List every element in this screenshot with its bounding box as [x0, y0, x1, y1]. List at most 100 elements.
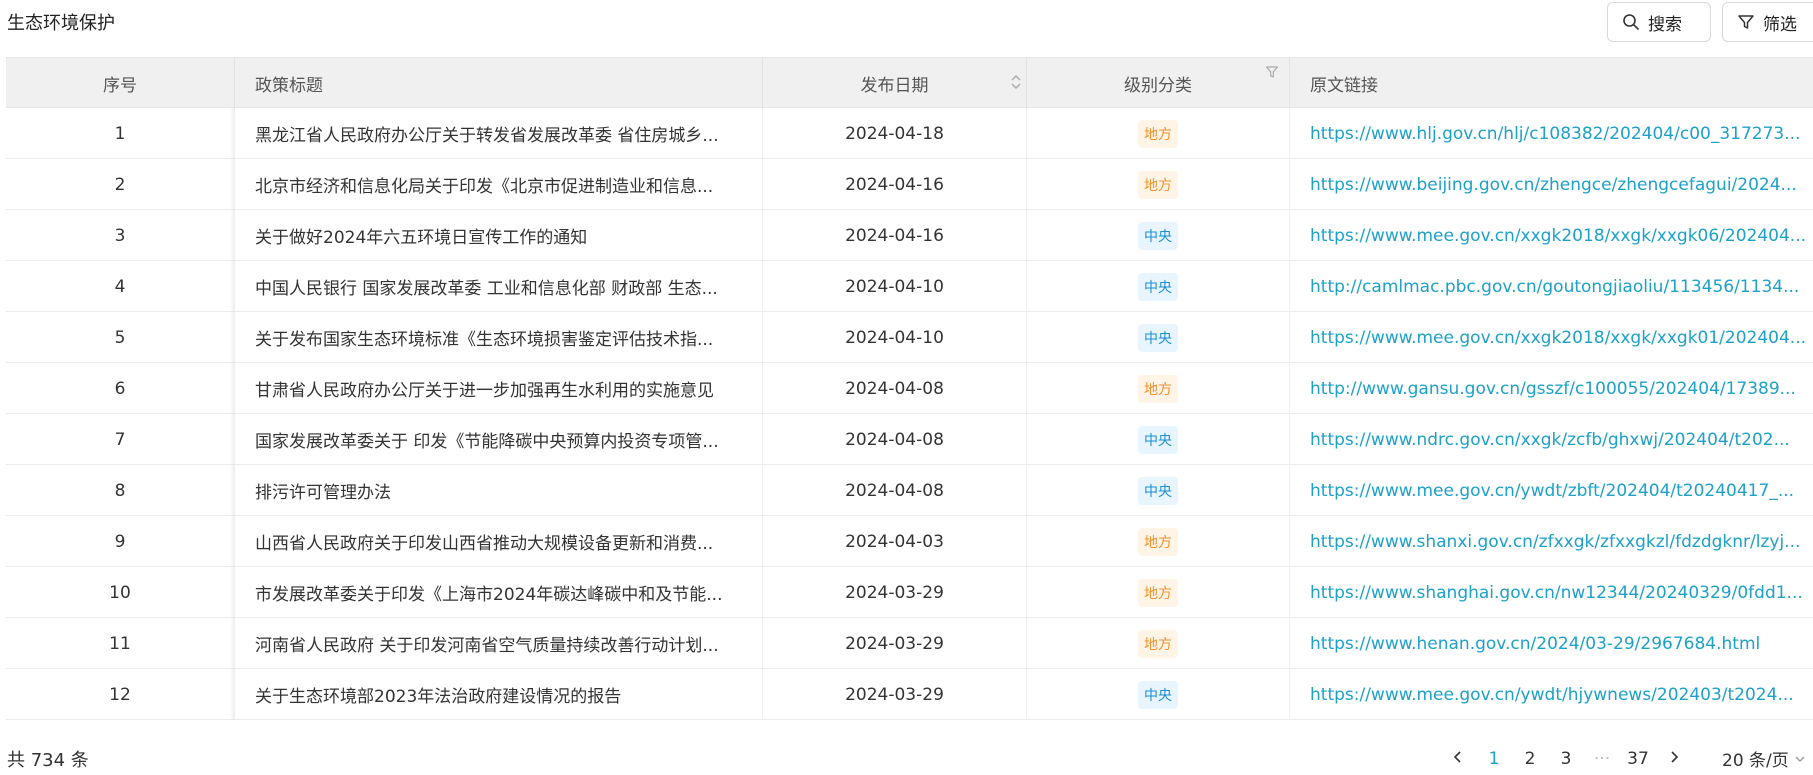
- row-title: 关于生态环境部2023年法治政府建设情况的报告: [234, 669, 762, 720]
- row-link: https://www.henan.gov.cn/2024/03-29/2967…: [1289, 618, 1813, 669]
- level-badge: 中央: [1138, 272, 1178, 301]
- source-link[interactable]: https://www.hlj.gov.cn/hlj/c108382/20240…: [1310, 124, 1800, 144]
- level-badge: 中央: [1138, 221, 1178, 250]
- row-level: 中央: [1026, 414, 1289, 465]
- page-2[interactable]: 2: [1512, 749, 1548, 769]
- sort-icon[interactable]: [1010, 73, 1022, 91]
- row-index: 9: [6, 516, 234, 567]
- source-link[interactable]: https://www.beijing.gov.cn/zhengce/zheng…: [1310, 175, 1797, 195]
- row-level: 中央: [1026, 669, 1289, 720]
- row-index: 4: [6, 261, 234, 312]
- page-size-select[interactable]: 20 条/页: [1722, 746, 1807, 771]
- level-badge: 中央: [1138, 680, 1178, 709]
- table-row: 1 黑龙江省人民政府办公厅关于转发省发展改革委 省住房城乡... 2024-04-1…: [6, 108, 1813, 159]
- row-index: 8: [6, 465, 234, 516]
- table-row: 10 市发展改革委关于印发《上海市2024年碳达峰碳中和及节能... 2024-03…: [6, 567, 1813, 618]
- row-level: 地方: [1026, 567, 1289, 618]
- source-link[interactable]: https://www.mee.gov.cn/xxgk2018/xxgk/xxg…: [1310, 226, 1806, 246]
- row-title: 北京市经济和信息化局关于印发《北京市促进制造业和信息...: [234, 159, 762, 210]
- row-index: 12: [6, 669, 234, 720]
- row-title: 关于发布国家生态环境标准《生态环境损害鉴定评估技术指...: [234, 312, 762, 363]
- table-row: 11 河南省人民政府 关于印发河南省空气质量持续改善行动计划... 2024-03-…: [6, 618, 1813, 669]
- column-header-level[interactable]: 级别分类: [1026, 58, 1289, 109]
- source-link[interactable]: https://www.mee.gov.cn/ywdt/zbft/202404/…: [1310, 481, 1794, 501]
- row-date: 2024-04-03: [762, 516, 1026, 567]
- row-link: http://camlmac.pbc.gov.cn/goutongjiaoliu…: [1289, 261, 1813, 312]
- row-link: https://www.hlj.gov.cn/hlj/c108382/20240…: [1289, 108, 1813, 159]
- row-level: 地方: [1026, 363, 1289, 414]
- row-link: https://www.ndrc.gov.cn/xxgk/zcfb/ghxwj/…: [1289, 414, 1813, 465]
- row-level: 中央: [1026, 312, 1289, 363]
- column-header-date-label: 发布日期: [860, 76, 929, 96]
- row-link: https://www.shanghai.gov.cn/nw12344/2024…: [1289, 567, 1813, 618]
- page-1[interactable]: 1: [1476, 749, 1512, 769]
- row-level: 中央: [1026, 210, 1289, 261]
- row-title: 黑龙江省人民政府办公厅关于转发省发展改革委 省住房城乡...: [234, 108, 762, 159]
- source-link[interactable]: https://www.mee.gov.cn/ywdt/hjywnews/202…: [1310, 685, 1794, 705]
- source-link[interactable]: http://camlmac.pbc.gov.cn/goutongjiaoliu…: [1310, 277, 1799, 297]
- level-badge: 中央: [1138, 323, 1178, 352]
- row-level: 地方: [1026, 618, 1289, 669]
- table-row: 7 国家发展改革委关于 印发《节能降碳中央预算内投资专项管... 2024-04-0…: [6, 414, 1813, 465]
- row-title: 国家发展改革委关于 印发《节能降碳中央预算内投资专项管...: [234, 414, 762, 465]
- row-index: 3: [6, 210, 234, 261]
- row-date: 2024-04-16: [762, 210, 1026, 261]
- row-title: 市发展改革委关于印发《上海市2024年碳达峰碳中和及节能...: [234, 567, 762, 618]
- row-link: https://www.mee.gov.cn/ywdt/zbft/202404/…: [1289, 465, 1813, 516]
- column-header-level-label: 级别分类: [1124, 76, 1192, 96]
- row-title: 山西省人民政府关于印发山西省推动大规模设备更新和消费...: [234, 516, 762, 567]
- filter-icon: [1738, 15, 1754, 29]
- filter-button-label: 筛选: [1763, 14, 1797, 35]
- page-3[interactable]: 3: [1548, 749, 1584, 769]
- level-badge: 地方: [1138, 578, 1178, 607]
- source-link[interactable]: https://www.shanxi.gov.cn/zfxxgk/zfxxgkz…: [1310, 532, 1800, 552]
- table-row: 3 关于做好2024年六五环境日宣传工作的通知 2024-04-16 中央 https:…: [6, 210, 1813, 261]
- row-date: 2024-04-18: [762, 108, 1026, 159]
- level-badge: 地方: [1138, 374, 1178, 403]
- row-level: 中央: [1026, 465, 1289, 516]
- page-last[interactable]: 37: [1620, 749, 1656, 769]
- column-header-date[interactable]: 发布日期: [762, 58, 1026, 109]
- level-badge: 地方: [1138, 170, 1178, 199]
- row-date: 2024-04-08: [762, 414, 1026, 465]
- level-badge: 地方: [1138, 527, 1178, 556]
- column-header-index: 序号: [103, 76, 137, 96]
- table-body: 1 黑龙江省人民政府办公厅关于转发省发展改革委 省住房城乡... 2024-04-1…: [6, 108, 1813, 720]
- source-link[interactable]: https://www.mee.gov.cn/xxgk2018/xxgk/xxg…: [1310, 328, 1806, 348]
- page-ellipsis[interactable]: ···: [1584, 749, 1620, 769]
- source-link[interactable]: http://www.gansu.gov.cn/gsszf/c100055/20…: [1310, 379, 1796, 399]
- row-link: https://www.shanxi.gov.cn/zfxxgk/zfxxgkz…: [1289, 516, 1813, 567]
- column-header-title: 政策标题: [234, 58, 762, 109]
- row-index: 1: [6, 108, 234, 159]
- column-filter-icon[interactable]: [1265, 65, 1279, 79]
- row-title: 甘肃省人民政府办公厅关于进一步加强再生水利用的实施意见: [234, 363, 762, 414]
- prev-page-icon[interactable]: [1440, 749, 1476, 769]
- table-row: 5 关于发布国家生态环境标准《生态环境损害鉴定评估技术指... 2024-04-10…: [6, 312, 1813, 363]
- level-badge: 地方: [1138, 629, 1178, 658]
- row-link: https://www.mee.gov.cn/xxgk2018/xxgk/xxg…: [1289, 210, 1813, 261]
- row-level: 中央: [1026, 261, 1289, 312]
- search-button-label: 搜索: [1648, 14, 1682, 35]
- row-index: 5: [6, 312, 234, 363]
- row-title: 河南省人民政府 关于印发河南省空气质量持续改善行动计划...: [234, 618, 762, 669]
- search-icon: [1623, 14, 1639, 30]
- row-date: 2024-03-29: [762, 567, 1026, 618]
- row-link: https://www.beijing.gov.cn/zhengce/zheng…: [1289, 159, 1813, 210]
- row-date: 2024-04-08: [762, 465, 1026, 516]
- search-button[interactable]: 搜索: [1607, 2, 1711, 42]
- row-level: 地方: [1026, 159, 1289, 210]
- row-date: 2024-04-10: [762, 312, 1026, 363]
- row-link: https://www.mee.gov.cn/ywdt/hjywnews/202…: [1289, 669, 1813, 720]
- table-row: 12 关于生态环境部2023年法治政府建设情况的报告 2024-03-29 中央 htt…: [6, 669, 1813, 720]
- column-header-link: 原文链接: [1289, 58, 1813, 109]
- row-level: 地方: [1026, 108, 1289, 159]
- table-row: 9 山西省人民政府关于印发山西省推动大规模设备更新和消费... 2024-04-03…: [6, 516, 1813, 567]
- row-title: 排污许可管理办法: [234, 465, 762, 516]
- source-link[interactable]: https://www.ndrc.gov.cn/xxgk/zcfb/ghxwj/…: [1310, 430, 1790, 450]
- row-date: 2024-03-29: [762, 669, 1026, 720]
- source-link[interactable]: https://www.henan.gov.cn/2024/03-29/2967…: [1310, 634, 1760, 654]
- filter-button[interactable]: 筛选: [1722, 2, 1813, 42]
- row-date: 2024-04-16: [762, 159, 1026, 210]
- next-page-icon[interactable]: [1656, 749, 1692, 769]
- source-link[interactable]: https://www.shanghai.gov.cn/nw12344/2024…: [1310, 583, 1803, 603]
